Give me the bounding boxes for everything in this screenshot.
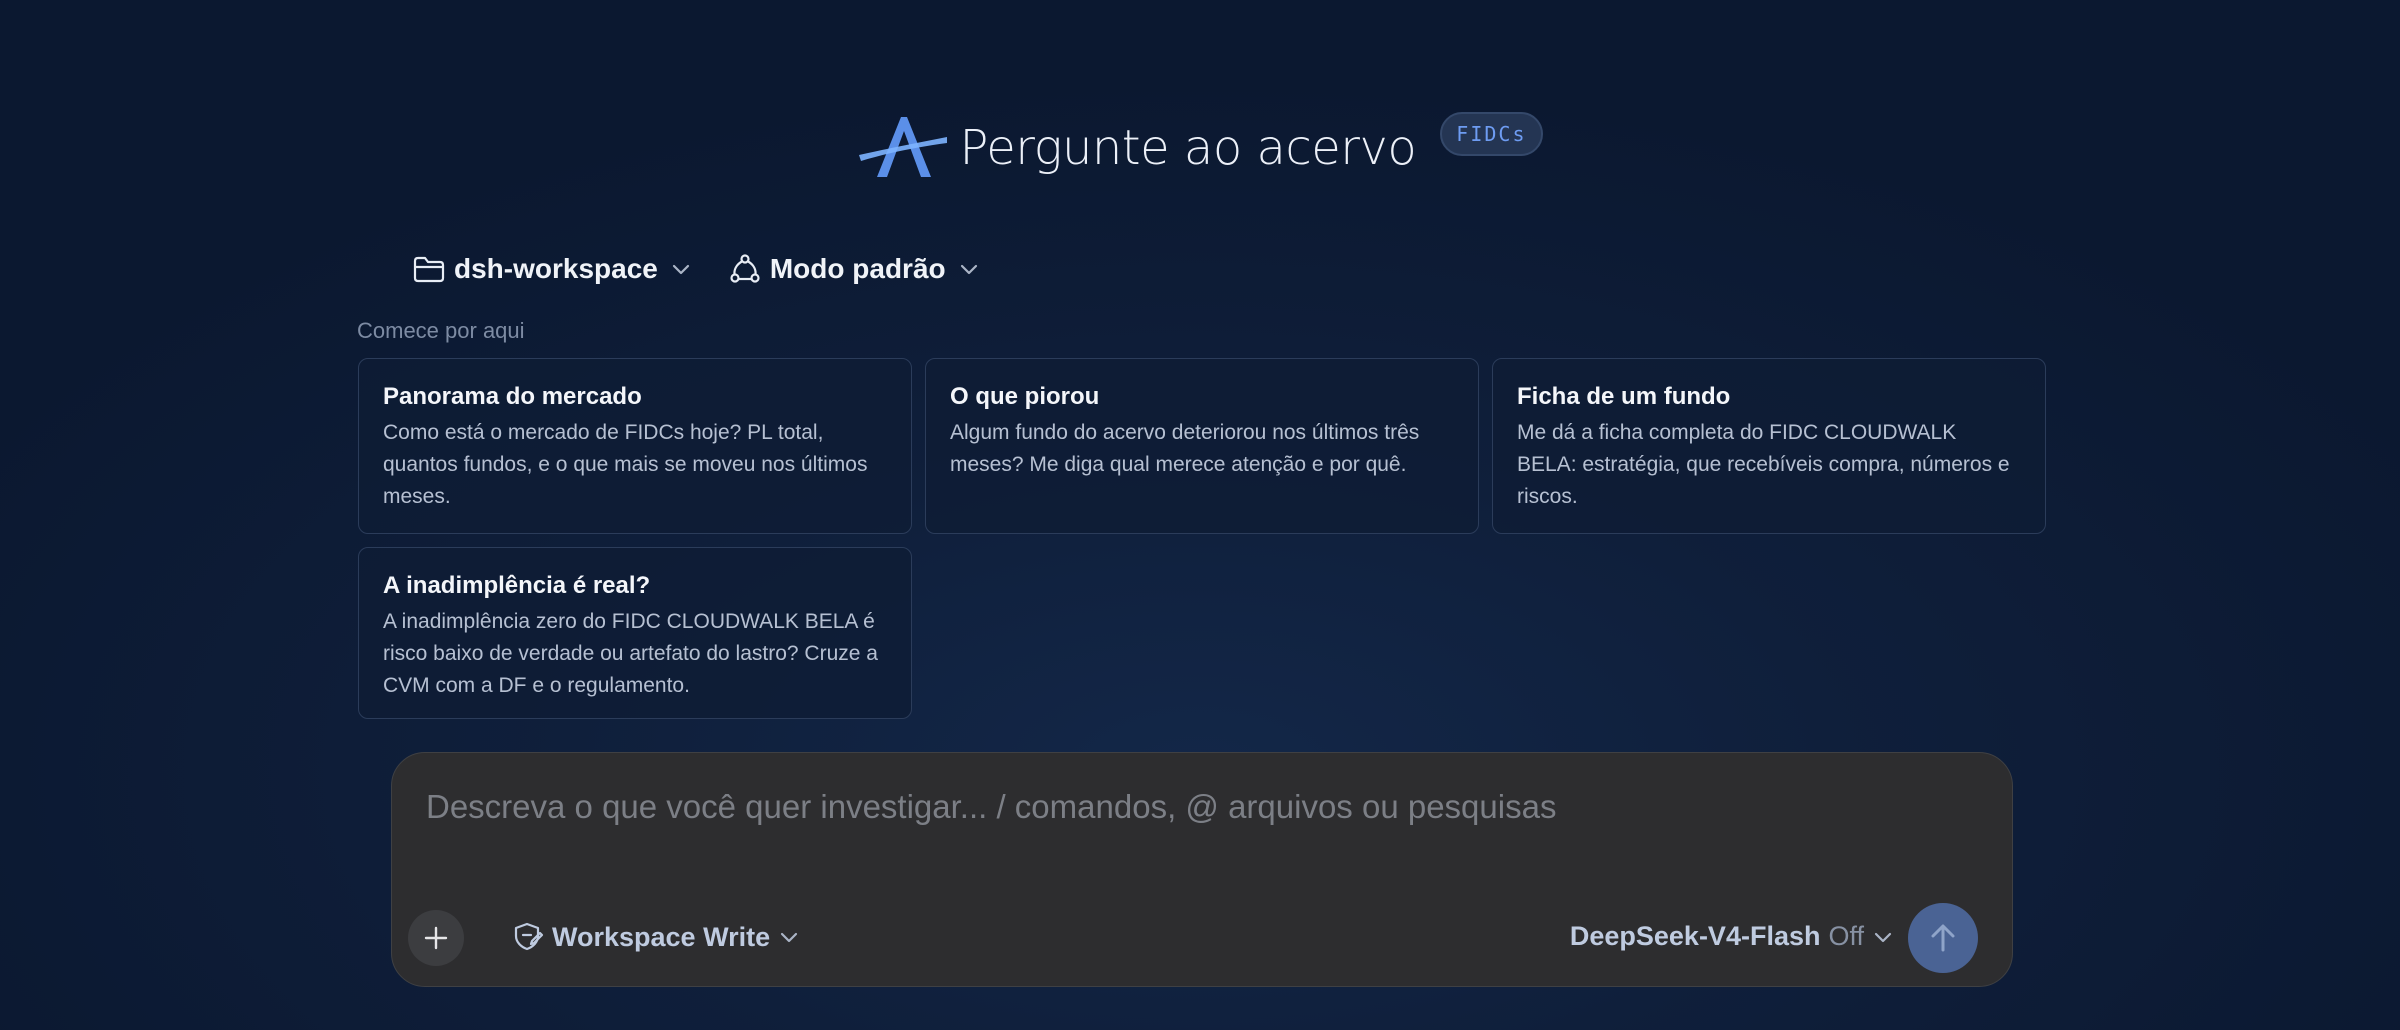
permission-mode-selector[interactable]: Workspace Write [512, 921, 800, 953]
shield-edit-icon [514, 922, 544, 951]
workspace-selector[interactable]: dsh-workspace [412, 252, 692, 286]
header-content: Pergunte ao acervo FIDCs [857, 112, 1543, 183]
card-title: A inadimplência é real? [383, 572, 651, 599]
card-title: Panorama do mercado [383, 383, 642, 410]
suggestion-card[interactable]: Ficha de um fundo Me dá a ficha completa… [1492, 358, 2046, 534]
nodes-icon [728, 252, 762, 286]
suggestions-heading: Comece por aqui [357, 318, 525, 343]
mode-label: Modo padrão [769, 253, 946, 284]
plus-icon [424, 926, 448, 950]
prompt-input[interactable] [424, 781, 1978, 833]
card-description: A inadimplência zero do FIDC CLOUDWALK B… [383, 610, 878, 697]
workspace-label: dsh-workspace [454, 253, 658, 284]
context-selectors: dsh-workspace Modo padrão [412, 252, 980, 286]
add-attachment-button[interactable] [408, 910, 464, 966]
folder-icon [412, 252, 446, 286]
page-title: Pergunte ao acervo [959, 120, 1417, 176]
card-description: Como está o mercado de FIDCs hoje? PL to… [383, 421, 868, 508]
send-button[interactable] [1908, 903, 1978, 973]
mode-selector[interactable]: Modo padrão [728, 252, 980, 286]
card-title: Ficha de um fundo [1517, 383, 1731, 410]
chevron-down-icon [672, 264, 689, 275]
card-title: O que piorou [950, 383, 1100, 410]
fidcs-badge: FIDCs [1440, 112, 1543, 156]
suggestion-card[interactable]: A inadimplência é real? A inadimplência … [358, 547, 912, 719]
card-description: Me dá a ficha completa do FIDC CLOUDWALK… [1517, 421, 2010, 508]
permission-mode-label: Workspace Write [552, 921, 771, 952]
arrow-up-icon [1931, 924, 1955, 952]
chevron-down-icon [960, 264, 977, 275]
suggestion-card[interactable]: O que piorou Algum fundo do acervo deter… [925, 358, 1479, 534]
model-selector[interactable]: DeepSeek-V4-Flash Off [1570, 921, 1894, 952]
chevron-down-icon [780, 932, 798, 943]
suggestion-card[interactable]: Panorama do mercado Como está o mercado … [358, 358, 912, 534]
acervo-logo-icon [859, 117, 948, 177]
page-header: Pergunte ao acervo FIDCs [0, 108, 2400, 188]
model-name: DeepSeek-V4-Flash [1569, 921, 1821, 951]
composer: Workspace Write DeepSeek-V4-Flash Off [391, 752, 2013, 987]
suggestion-cards: Panorama do mercado Como está o mercado … [358, 358, 2046, 719]
model-state: Off [1828, 921, 1864, 951]
chevron-down-icon [1874, 932, 1892, 942]
card-description: Algum fundo do acervo deteriorou nos últ… [950, 421, 1420, 476]
